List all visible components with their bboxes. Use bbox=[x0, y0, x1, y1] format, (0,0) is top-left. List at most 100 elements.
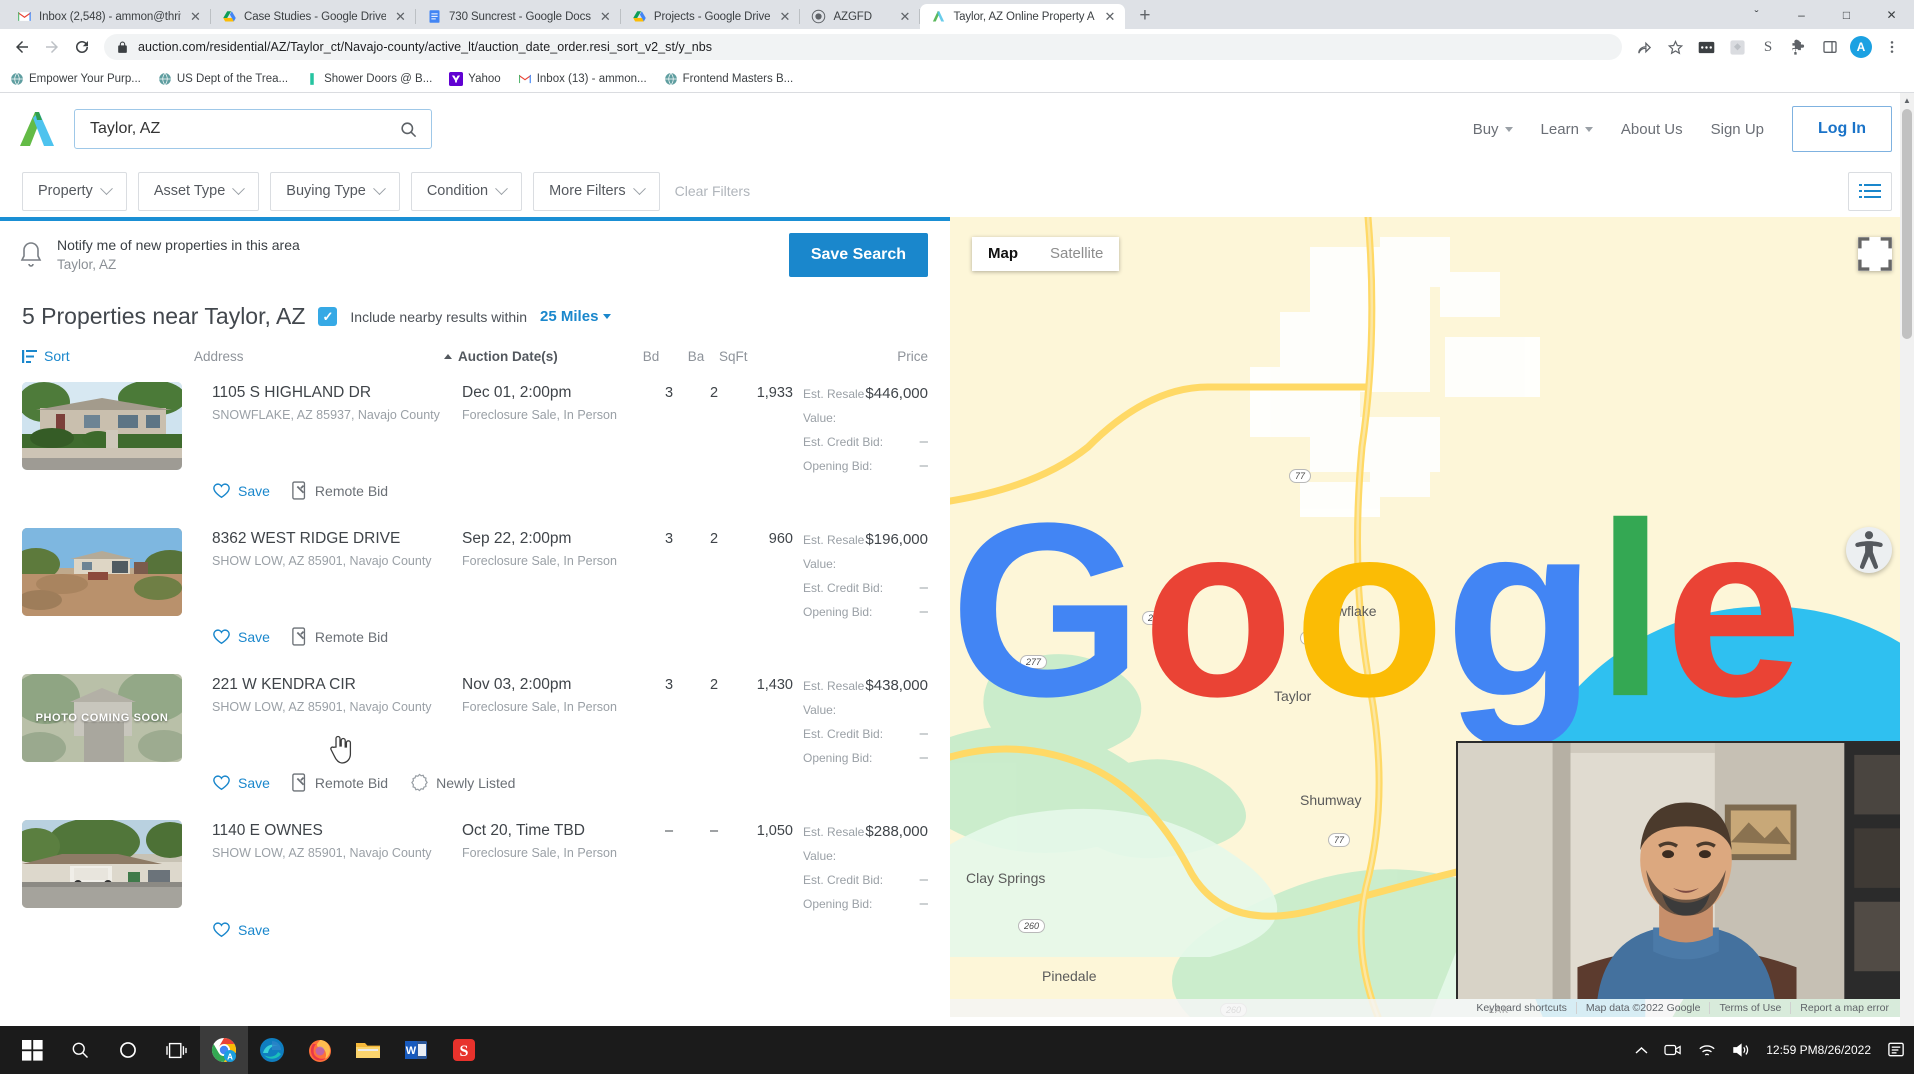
sort-button[interactable]: Sort bbox=[22, 348, 194, 364]
bookmark-item[interactable]: US Dept of the Trea... bbox=[158, 72, 288, 86]
taskbar-search-button[interactable] bbox=[56, 1026, 104, 1074]
show-hidden-icons-button[interactable] bbox=[1627, 1026, 1656, 1074]
search-box[interactable] bbox=[74, 109, 432, 149]
remote-bid-button[interactable]: Remote Bid bbox=[292, 773, 388, 792]
taskbar-clock[interactable]: 12:59 PM 8/26/2022 bbox=[1758, 1026, 1879, 1074]
puzzle-extensions-icon[interactable] bbox=[1785, 33, 1813, 61]
nav-item-buy[interactable]: Buy bbox=[1459, 121, 1527, 138]
sidepanel-icon[interactable] bbox=[1816, 33, 1844, 61]
fullscreen-button[interactable] bbox=[1858, 237, 1892, 271]
col-header-bd[interactable]: Bd bbox=[629, 349, 673, 364]
browser-tab-active[interactable]: Taylor, AZ Online Property Aucti ✕ bbox=[920, 4, 1126, 29]
chrome-button[interactable]: A bbox=[200, 1026, 248, 1074]
filter-more-filters[interactable]: More Filters bbox=[533, 171, 660, 211]
page-scrollbar[interactable]: ▲ ▼ bbox=[1900, 93, 1914, 1050]
col-header-sqft[interactable]: SqFt bbox=[719, 349, 775, 364]
media-icon[interactable] bbox=[1692, 33, 1720, 61]
property-thumbnail[interactable]: PHOTO COMING SOON bbox=[22, 674, 182, 762]
table-row[interactable]: 8362 WEST RIDGE DRIVE SHOW LOW, AZ 85901… bbox=[22, 520, 928, 666]
property-thumbnail[interactable] bbox=[22, 820, 182, 908]
property-address[interactable]: 1140 E OWNES bbox=[212, 820, 462, 842]
clear-filters-button[interactable]: Clear Filters bbox=[671, 183, 750, 199]
close-icon[interactable]: ✕ bbox=[1102, 9, 1117, 24]
col-header-ba[interactable]: Ba bbox=[673, 349, 719, 364]
remote-bid-button[interactable]: Remote Bid bbox=[292, 481, 388, 500]
auction-com-logo[interactable] bbox=[14, 107, 62, 151]
share-icon[interactable] bbox=[1630, 33, 1658, 61]
extension-grey-icon[interactable] bbox=[1723, 33, 1751, 61]
accessibility-button[interactable] bbox=[1846, 527, 1892, 573]
bookmark-item[interactable]: Empower Your Purp... bbox=[10, 72, 141, 86]
task-view-button[interactable] bbox=[152, 1026, 200, 1074]
more-menu-icon[interactable] bbox=[1878, 33, 1906, 61]
file-explorer-button[interactable] bbox=[344, 1026, 392, 1074]
scroll-up-arrow[interactable]: ▲ bbox=[1900, 93, 1914, 107]
snagit-button[interactable]: S bbox=[440, 1026, 488, 1074]
scrollbar-thumb[interactable] bbox=[1902, 109, 1912, 339]
table-row[interactable]: 1140 E OWNES SHOW LOW, AZ 85901, Navajo … bbox=[22, 812, 928, 958]
property-address[interactable]: 1105 S HIGHLAND DR bbox=[212, 382, 462, 404]
wifi-tray-button[interactable] bbox=[1690, 1026, 1724, 1074]
edge-button[interactable] bbox=[248, 1026, 296, 1074]
bookmark-star-icon[interactable] bbox=[1661, 33, 1689, 61]
filter-property[interactable]: Property bbox=[22, 171, 127, 211]
browser-tab[interactable]: 730 Suncrest - Google Docs ✕ bbox=[416, 4, 621, 29]
close-icon[interactable]: ✕ bbox=[598, 9, 613, 24]
map-type-map[interactable]: Map bbox=[972, 237, 1034, 271]
property-address[interactable]: 8362 WEST RIDGE DRIVE bbox=[212, 528, 462, 550]
save-button[interactable]: Save bbox=[212, 628, 270, 645]
property-address[interactable]: 221 W KENDRA CIR bbox=[212, 674, 462, 696]
terms-of-use-link[interactable]: Terms of Use bbox=[1709, 1002, 1790, 1014]
notifications-button[interactable] bbox=[1879, 1026, 1914, 1074]
report-map-error-link[interactable]: Report a map error bbox=[1790, 1002, 1898, 1014]
camera-tray-button[interactable] bbox=[1656, 1026, 1690, 1074]
table-row[interactable]: 1105 S HIGHLAND DR SNOWFLAKE, AZ 85937, … bbox=[22, 374, 928, 520]
close-icon[interactable]: ✕ bbox=[188, 9, 203, 24]
minimize-button[interactable]: – bbox=[1779, 0, 1824, 29]
save-button[interactable]: Save bbox=[212, 774, 270, 791]
col-header-address[interactable]: Address bbox=[194, 349, 444, 364]
nav-item-about-us[interactable]: About Us bbox=[1607, 121, 1697, 138]
map-type-satellite[interactable]: Satellite bbox=[1034, 237, 1119, 271]
skype-s-icon[interactable]: S bbox=[1754, 33, 1782, 61]
profile-avatar-icon[interactable]: A bbox=[1847, 33, 1875, 61]
bookmark-item[interactable]: Inbox (13) - ammon... bbox=[518, 72, 647, 86]
filter-buying-type[interactable]: Buying Type bbox=[270, 171, 400, 211]
maximize-button[interactable]: □ bbox=[1824, 0, 1869, 29]
start-button[interactable] bbox=[8, 1026, 56, 1074]
new-tab-button[interactable]: + bbox=[1131, 2, 1158, 29]
word-button[interactable]: W bbox=[392, 1026, 440, 1074]
list-view-toggle[interactable] bbox=[1848, 171, 1892, 211]
property-thumbnail[interactable] bbox=[22, 528, 182, 616]
browser-tab[interactable]: AZGFD ✕ bbox=[800, 4, 921, 29]
close-icon[interactable]: ✕ bbox=[897, 9, 912, 24]
bookmark-item[interactable]: Yahoo bbox=[449, 71, 501, 86]
nav-item-learn[interactable]: Learn bbox=[1527, 121, 1607, 138]
radius-select[interactable]: 25 Miles bbox=[540, 308, 612, 325]
include-nearby-checkbox[interactable]: ✓ bbox=[318, 307, 338, 326]
save-button[interactable]: Save bbox=[212, 482, 270, 499]
browser-tab[interactable]: Projects - Google Drive ✕ bbox=[620, 4, 801, 29]
close-window-button[interactable]: ✕ bbox=[1869, 0, 1914, 29]
firefox-button[interactable] bbox=[296, 1026, 344, 1074]
cortana-button[interactable] bbox=[104, 1026, 152, 1074]
login-button[interactable]: Log In bbox=[1792, 106, 1892, 152]
volume-tray-button[interactable] bbox=[1724, 1026, 1758, 1074]
save-button[interactable]: Save bbox=[212, 921, 270, 938]
address-bar[interactable]: auction.com/residential/AZ/Taylor_ct/Nav… bbox=[104, 34, 1622, 60]
save-search-button[interactable]: Save Search bbox=[788, 233, 928, 277]
bookmark-item[interactable]: Shower Doors @ B... bbox=[305, 72, 432, 86]
reload-icon[interactable] bbox=[68, 33, 96, 61]
chrome-menu-chevron-icon[interactable]: ˇ bbox=[1734, 0, 1779, 29]
nav-item-sign-up[interactable]: Sign Up bbox=[1697, 121, 1778, 138]
close-icon[interactable]: ✕ bbox=[777, 9, 792, 24]
search-input[interactable] bbox=[88, 119, 399, 139]
keyboard-shortcuts-link[interactable]: Keyboard shortcuts bbox=[1467, 1002, 1575, 1014]
map-pane[interactable]: Map Satellite Snowflake Taylor Shumway C… bbox=[950, 217, 1914, 1017]
col-header-price[interactable]: Price bbox=[775, 349, 928, 364]
close-icon[interactable]: ✕ bbox=[393, 9, 408, 24]
back-icon[interactable] bbox=[8, 33, 36, 61]
filter-condition[interactable]: Condition bbox=[410, 171, 523, 211]
filter-asset-type[interactable]: Asset Type bbox=[137, 171, 260, 211]
bookmark-item[interactable]: Frontend Masters B... bbox=[664, 72, 793, 86]
